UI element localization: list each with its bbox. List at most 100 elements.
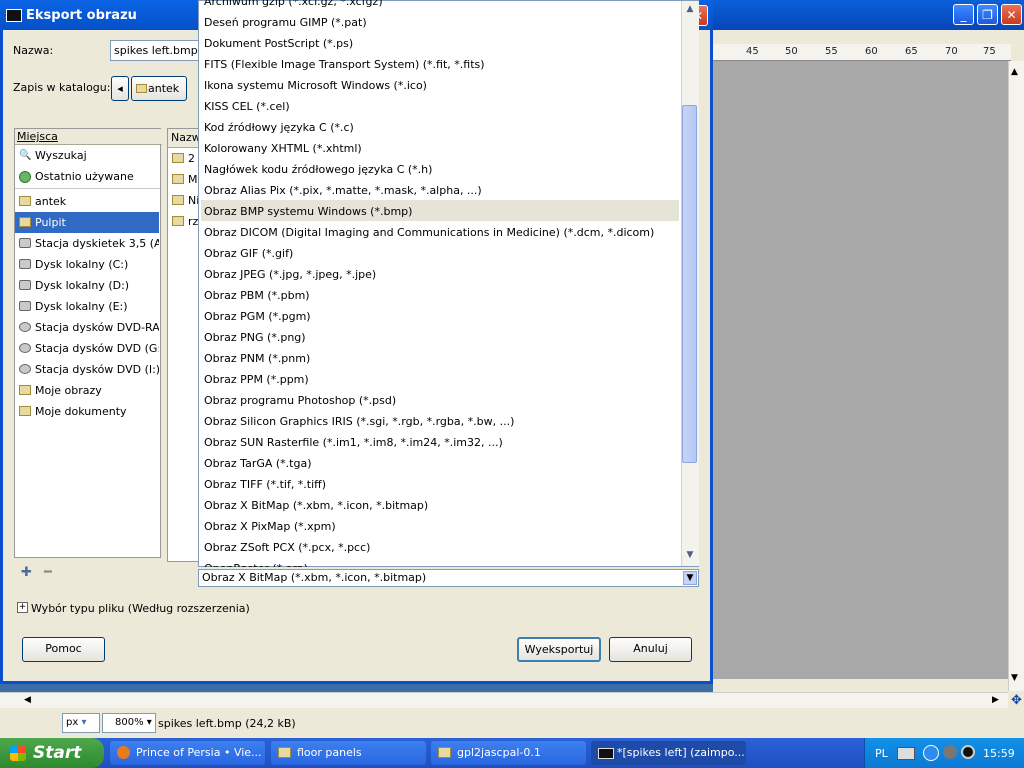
place-antek[interactable]: antek xyxy=(15,191,159,212)
drive-icon xyxy=(19,259,31,269)
add-bookmark-icon[interactable]: ✚ xyxy=(21,565,32,580)
file-type-option[interactable]: Kolorowany XHTML (*.xhtml) xyxy=(204,138,362,159)
task-label: floor panels xyxy=(297,746,362,759)
clock: 15:59 xyxy=(983,747,1015,760)
expand-icon[interactable]: + xyxy=(17,602,28,613)
scroll-down-icon[interactable]: ▼ xyxy=(1011,673,1018,683)
place-recent[interactable]: Ostatnio używane xyxy=(15,166,159,187)
file-type-option[interactable]: Nagłówek kodu źródłowego języka C (*.h) xyxy=(204,159,432,180)
file-type-option[interactable]: Obraz Alias Pix (*.pix, *.matte, *.mask,… xyxy=(204,180,482,201)
file-type-option[interactable]: Obraz JPEG (*.jpg, *.jpeg, *.jpe) xyxy=(204,264,376,285)
file-type-option[interactable]: Obraz programu Photoshop (*.psd) xyxy=(204,390,396,411)
cancel-button[interactable]: Anuluj xyxy=(609,637,692,662)
file-type-option[interactable]: Obraz SUN Rasterfile (*.im1, *.im8, *.im… xyxy=(204,432,503,453)
places-header[interactable]: Miejsca xyxy=(15,129,162,145)
file-type-option[interactable]: Obraz X PixMap (*.xpm) xyxy=(204,516,336,537)
folder-icon xyxy=(172,195,184,205)
file-type-toggle[interactable]: Wybór typu pliku (Według rozszerzenia) xyxy=(31,602,250,615)
chevron-down-icon[interactable]: ▼ xyxy=(683,571,697,585)
horizontal-scrollbar[interactable]: ◀ ▶ xyxy=(0,692,1008,709)
file-type-option[interactable]: KISS CEL (*.cel) xyxy=(204,96,290,117)
file-type-option[interactable]: Obraz X BitMap (*.xbm, *.icon, *.bitmap) xyxy=(204,495,428,516)
place-dvd-g[interactable]: Stacja dysków DVD (G:) xyxy=(15,338,159,359)
file-type-option[interactable]: Obraz TarGA (*.tga) xyxy=(204,453,312,474)
keyboard-icon[interactable] xyxy=(897,747,915,760)
place-label: Pulpit xyxy=(35,216,66,229)
tray-arrow-icon[interactable] xyxy=(923,745,939,761)
place-drive-c[interactable]: Dysk lokalny (C:) xyxy=(15,254,159,275)
scroll-up-icon[interactable]: ▲ xyxy=(1011,67,1018,77)
task-floor-panels[interactable]: floor panels xyxy=(271,741,426,765)
file-type-option[interactable]: Kod źródłowy języka C (*.c) xyxy=(204,117,354,138)
file-type-option[interactable]: Obraz PGM (*.pgm) xyxy=(204,306,311,327)
network-icon[interactable] xyxy=(943,745,957,759)
folder-icon xyxy=(172,153,184,163)
place-label: Wyszukaj xyxy=(35,149,87,162)
zoom-select[interactable]: 800% ▾ xyxy=(102,713,156,733)
place-floppy[interactable]: Stacja dyskietek 3,5 (A:) xyxy=(15,233,159,254)
name-label: Nazwa: xyxy=(13,44,54,57)
language-indicator[interactable]: PL xyxy=(875,747,888,760)
navigate-icon[interactable]: ✥ xyxy=(1009,693,1024,708)
scroll-left-icon[interactable]: ◀ xyxy=(24,695,31,705)
media-icon[interactable] xyxy=(961,745,975,759)
folder-icon xyxy=(438,747,451,758)
place-dvd-i[interactable]: Stacja dysków DVD (I:) xyxy=(15,359,159,380)
place-documents[interactable]: Moje dokumenty xyxy=(15,401,159,422)
horizontal-ruler: 45 50 55 60 65 70 75 xyxy=(713,44,1011,61)
file-type-option[interactable]: Deseń programu GIMP (*.pat) xyxy=(204,12,367,33)
ruler-tick-label: 70 xyxy=(945,46,958,57)
place-drive-d[interactable]: Dysk lokalny (D:) xyxy=(15,275,159,296)
scroll-up-icon[interactable]: ▲ xyxy=(684,4,696,18)
folder-icon xyxy=(19,217,31,227)
remove-bookmark-icon[interactable]: ━ xyxy=(44,565,52,580)
file-type-option[interactable]: Obraz BMP systemu Windows (*.bmp) xyxy=(204,201,412,222)
start-button[interactable]: Start xyxy=(0,738,104,768)
back-arrow-icon[interactable]: ◂ xyxy=(111,76,129,101)
file-type-select[interactable]: Obraz X BitMap (*.xbm, *.icon, *.bitmap)… xyxy=(198,569,699,587)
maximize-icon[interactable]: ❐ xyxy=(977,4,998,25)
file-type-option[interactable]: Obraz PNM (*.pnm) xyxy=(204,348,310,369)
folder-icon xyxy=(136,84,147,93)
task-gpl2jascpal[interactable]: gpl2jascpal-0.1 xyxy=(431,741,586,765)
place-label: Stacja dysków DVD (I:) xyxy=(35,363,159,376)
place-search[interactable]: 🔍 Wyszukaj xyxy=(15,145,159,166)
scroll-down-icon[interactable]: ▼ xyxy=(684,550,696,564)
filename-input[interactable]: spikes left.bmp xyxy=(110,40,202,61)
file-name: 2 xyxy=(188,152,195,165)
scroll-thumb[interactable] xyxy=(682,105,697,463)
scroll-right-icon[interactable]: ▶ xyxy=(992,695,999,705)
file-type-option[interactable]: Obraz GIF (*.gif) xyxy=(204,243,293,264)
task-firefox[interactable]: Prince of Persia • Vie... xyxy=(110,741,265,765)
file-type-option[interactable]: Dokument PostScript (*.ps) xyxy=(204,33,353,54)
place-dvd-ra[interactable]: Stacja dysków DVD-RA... xyxy=(15,317,159,338)
vertical-scrollbar[interactable]: ▲ ▼ xyxy=(1008,61,1024,691)
export-button[interactable]: Wyeksportuj xyxy=(517,637,601,662)
file-type-option[interactable]: Obraz ZSoft PCX (*.pcx, *.pcc) xyxy=(204,537,370,558)
file-type-option[interactable]: FITS (Flexible Image Transport System) (… xyxy=(204,54,485,75)
image-canvas[interactable] xyxy=(713,61,1009,679)
file-type-option[interactable]: Obraz DICOM (Digital Imaging and Communi… xyxy=(204,222,654,243)
file-type-option[interactable]: Archiwum gzip (*.xcf.gz, *.xcfgz) xyxy=(204,0,383,12)
place-desktop[interactable]: Pulpit xyxy=(15,212,159,233)
ruler-tick-label: 45 xyxy=(746,46,759,57)
minimize-icon[interactable]: _ xyxy=(953,4,974,25)
file-type-option[interactable]: OpenRaster (*.ora) xyxy=(204,558,308,567)
place-pictures[interactable]: Moje obrazy xyxy=(15,380,159,401)
unit-select[interactable]: px ▾ xyxy=(62,713,100,733)
breadcrumb-antek[interactable]: antek xyxy=(131,76,187,101)
dvd-icon xyxy=(19,322,31,332)
help-button[interactable]: Pomoc xyxy=(22,637,105,662)
file-type-option[interactable]: Obraz PNG (*.png) xyxy=(204,327,306,348)
folder-icon xyxy=(278,747,291,758)
file-type-option[interactable]: Ikona systemu Microsoft Windows (*.ico) xyxy=(204,75,427,96)
file-type-option[interactable]: Obraz Silicon Graphics IRIS (*.sgi, *.rg… xyxy=(204,411,514,432)
file-type-option[interactable]: Obraz PBM (*.pbm) xyxy=(204,285,310,306)
file-type-option[interactable]: Obraz PPM (*.ppm) xyxy=(204,369,309,390)
task-gimp[interactable]: *[spikes left] (zaimpo... xyxy=(591,741,746,765)
file-type-option[interactable]: Obraz TIFF (*.tif, *.tiff) xyxy=(204,474,326,495)
dvd-icon xyxy=(19,343,31,353)
close-icon[interactable]: ✕ xyxy=(1001,4,1022,25)
ruler-tick-label: 60 xyxy=(865,46,878,57)
place-drive-e[interactable]: Dysk lokalny (E:) xyxy=(15,296,159,317)
